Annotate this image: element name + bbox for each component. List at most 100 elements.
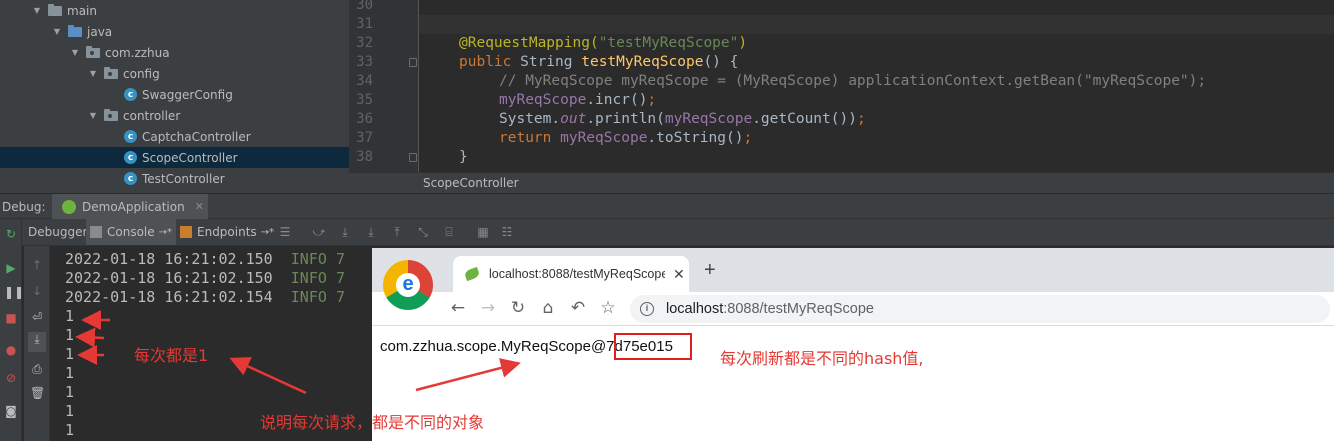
tree-item-label: ScopeController [142,150,238,165]
line-number: 31 [356,16,373,32]
code-editor[interactable]: 30 31 32 33 34 35 36 37 38 @RequestMappi… [349,0,1334,172]
layout-icon[interactable]: ☷ [500,225,514,239]
tab-console[interactable]: Console →* [86,219,177,245]
step-over-icon[interactable]: ⤓ [338,225,352,239]
forward-icon[interactable]: → [476,296,500,320]
spring-leaf-icon [463,266,481,282]
log-timestamp: 2022-01-18 16:21:02.150 [65,269,273,287]
string-token: "testMyReqScope" [598,35,739,51]
tree-item-controller[interactable]: ▼ controller [0,105,349,126]
tab-endpoints[interactable]: Endpoints →* [176,219,278,245]
tree-item-com-zzhua[interactable]: ▼ com.zzhua [0,42,349,63]
debug-session-tab[interactable]: DemoApplication ✕ [52,194,208,219]
code-line[interactable]: public String testMyReqScope() { [419,53,1334,72]
class-icon: c [124,88,137,101]
trash-icon[interactable]: 🗑 [30,386,45,400]
log-tail: 7 [335,288,345,306]
expand-arrow-icon[interactable]: ▼ [70,48,80,58]
log-tail: 7 [335,269,345,287]
project-tree: ▼ main ▼ java ▼ com.zzhua ▼ config c Swa… [0,0,349,193]
output-line: 1 [65,345,75,363]
close-tab-icon[interactable]: ✕ [673,266,685,283]
line-number: 37 [356,130,373,146]
rerun-icon[interactable]: ↻ [4,227,18,241]
camera-icon[interactable]: ◙ [4,404,18,418]
show-execution-point-icon[interactable]: ⤻ [312,225,326,239]
tree-item-scopecontroller[interactable]: c ScopeController [0,147,349,168]
fold-marker-icon[interactable] [409,153,417,162]
browser-tab[interactable]: localhost:8088/testMyReqScope ✕ [453,256,689,292]
debug-side-toolbar: ↻ ▶ ❚❚ ■ ● ⊘ ◙ [0,219,24,441]
code-line[interactable]: } [419,148,1334,167]
editor-breadcrumb[interactable]: ScopeController [349,172,1334,193]
line-number: 35 [356,92,373,108]
expand-arrow-icon[interactable]: ▼ [88,111,98,121]
keyword-token: return [499,130,552,146]
tree-item-captchacontroller[interactable]: c CaptchaController [0,126,349,147]
menu-icon[interactable]: ☰ [278,225,292,239]
stop-icon[interactable]: ■ [4,311,18,325]
new-tab-button[interactable]: + [704,259,716,282]
pause-icon[interactable]: ❚❚ [4,285,24,299]
comment-token: // MyReqScope myReqScope = (MyReqScope) … [499,73,1207,89]
soft-wrap-icon[interactable]: ⏎ [30,310,44,324]
code-line[interactable]: return myReqScope.toString(); [419,129,1334,148]
method-name-token: testMyReqScope [581,54,704,70]
tree-item-config[interactable]: ▼ config [0,63,349,84]
home-icon[interactable]: ⌂ [536,296,560,320]
expand-arrow-icon[interactable]: ▼ [52,27,62,37]
expand-arrow-icon[interactable]: ▼ [88,69,98,79]
browser-navbar: ← → ↻ ⌂ ↶ ☆ i localhost:8088/testMyReqSc… [372,292,1334,326]
log-level: INFO [290,288,327,306]
calculator-icon[interactable]: ▦ [476,225,490,239]
keyword-token: public [459,54,512,70]
reload-icon[interactable]: ↻ [506,296,530,320]
line-number: 33 [356,54,373,70]
folder-icon [48,3,62,16]
step-out-icon[interactable]: ⤒ [390,225,404,239]
code-line[interactable]: @RequestMapping("testMyReqScope") [419,34,1334,53]
tab-title: localhost:8088/testMyReqScope [489,267,665,281]
tree-item-testcontroller[interactable]: c TestController [0,168,349,189]
pin-icon[interactable]: →* [261,227,274,238]
log-timestamp: 2022-01-18 16:21:02.150 [65,250,273,268]
class-icon: c [124,151,137,164]
annotation-different-objects: 说明每次请求，都是不同的对象 [260,413,485,432]
address-bar[interactable]: i localhost:8088/testMyReqScope [630,295,1330,323]
code-token: .println( [586,111,665,127]
code-line[interactable]: myReqScope.incr(); [419,91,1334,110]
evaluate-icon[interactable]: ⌸ [442,225,456,239]
tree-item-swaggerconfig[interactable]: c SwaggerConfig [0,84,349,105]
code-token: .getCount()) [752,111,857,127]
star-icon[interactable]: ☆ [596,296,620,320]
pin-icon[interactable]: →* [159,227,172,238]
code-line[interactable]: System.out.println(myReqScope.getCount()… [419,110,1334,129]
down-arrow-icon[interactable]: ↓ [30,284,44,298]
close-icon[interactable]: ✕ [195,200,204,213]
expand-arrow-icon[interactable]: ▼ [32,6,42,16]
type-token: String [511,54,582,70]
tree-item-main[interactable]: ▼ main [0,0,349,21]
back-icon[interactable]: ← [446,296,470,320]
info-icon[interactable]: i [640,302,654,316]
line-number: 38 [356,149,373,165]
code-line-current[interactable] [419,15,1334,34]
undo-icon[interactable]: ↶ [566,296,590,320]
view-breakpoints-icon[interactable]: ● [4,343,18,357]
up-arrow-icon[interactable]: ↑ [30,258,44,272]
browser-tab-strip: localhost:8088/testMyReqScope ✕ + [372,248,1334,292]
fold-marker-icon[interactable] [409,58,417,67]
console-side-toolbar: ↑ ↓ ⏎ ⤓ ⎙ 🗑 [24,246,50,441]
resume-icon[interactable]: ▶ [4,261,18,275]
tab-debugger[interactable]: Debugger [24,219,91,245]
run-to-cursor-icon[interactable]: ⤡ [416,225,430,239]
log-level: INFO [290,269,327,287]
code-line[interactable]: // MyReqScope myReqScope = (MyReqScope) … [419,72,1334,91]
print-icon[interactable]: ⎙ [30,362,44,376]
debug-tool-window-header: Debug: DemoApplication ✕ [0,193,1334,219]
step-into-icon[interactable]: ⤓ [364,225,378,239]
scroll-to-end-icon[interactable]: ⤓ [28,332,46,352]
url-path: :8088/testMyReqScope [723,301,874,317]
tree-item-java[interactable]: ▼ java [0,21,349,42]
mute-breakpoints-icon[interactable]: ⊘ [4,371,18,385]
